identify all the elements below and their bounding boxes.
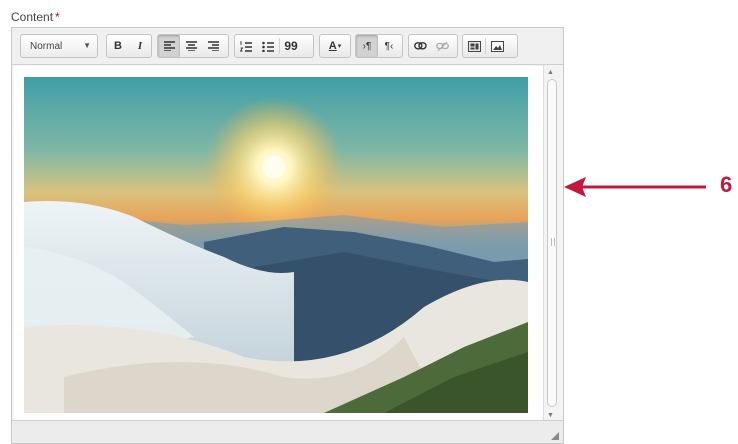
widget-icon xyxy=(467,40,481,52)
text-color-icon: A xyxy=(328,40,337,52)
insert-image-button[interactable] xyxy=(486,35,508,57)
bold-button[interactable]: B xyxy=(107,35,129,57)
alignment-group xyxy=(157,34,229,58)
bold-icon: B xyxy=(114,40,122,52)
numbered-list-button[interactable] xyxy=(235,35,257,57)
link-icon xyxy=(413,42,427,50)
format-dropdown-value: Normal xyxy=(30,40,63,52)
align-center-icon xyxy=(185,41,197,51)
unlink-button[interactable] xyxy=(431,35,453,57)
callout-arrow-icon xyxy=(564,177,706,197)
mountain-sunrise-image[interactable] xyxy=(24,77,528,413)
text-direction-rtl-button[interactable]: ¶‹ xyxy=(378,35,400,57)
content-label-text: Content xyxy=(11,10,54,24)
align-left-icon xyxy=(163,41,175,51)
align-right-button[interactable] xyxy=(202,35,224,57)
editor-scrollbar[interactable]: ▲ ▼ xyxy=(543,65,561,423)
insert-group xyxy=(462,34,518,58)
unlink-icon xyxy=(435,41,449,51)
resize-handle-icon[interactable] xyxy=(551,432,559,440)
bulleted-list-icon xyxy=(262,41,274,52)
editor-content-area[interactable] xyxy=(14,66,543,420)
grip-icon xyxy=(551,238,555,246)
text-color-group[interactable]: A ▾ xyxy=(319,34,351,58)
bulleted-list-button[interactable] xyxy=(257,35,279,57)
ltr-icon: ›¶ xyxy=(362,40,372,52)
direction-group: ›¶ ¶‹ xyxy=(355,34,403,58)
image-icon xyxy=(490,40,504,52)
callout-number: 6 xyxy=(720,172,733,197)
rtl-icon: ¶‹ xyxy=(384,40,394,52)
align-left-button[interactable] xyxy=(158,35,180,57)
italic-icon: I xyxy=(137,40,143,52)
blockquote-button[interactable]: 99 xyxy=(280,35,302,57)
rich-text-editor: Normal ▼ B I 99 A ▾ ›¶ ¶‹ ▲ ▼ xyxy=(11,27,564,444)
text-color-button[interactable]: A ▾ xyxy=(320,35,350,57)
text-direction-ltr-button[interactable]: ›¶ xyxy=(356,35,378,57)
editor-status-bar xyxy=(12,420,563,443)
scrollbar-thumb[interactable] xyxy=(547,79,557,407)
align-center-button[interactable] xyxy=(180,35,202,57)
align-right-icon xyxy=(207,41,219,51)
editor-toolbar: Normal ▼ B I 99 A ▾ ›¶ ¶‹ xyxy=(12,28,563,65)
list-group: 99 xyxy=(234,34,314,58)
content-label: Content * xyxy=(11,10,60,24)
text-style-group: B I xyxy=(106,34,152,58)
chevron-down-icon: ▾ xyxy=(337,43,342,50)
scroll-down-icon[interactable]: ▼ xyxy=(547,412,554,419)
scroll-up-icon[interactable]: ▲ xyxy=(547,69,554,76)
chevron-down-icon: ▼ xyxy=(83,41,91,50)
required-marker: * xyxy=(55,10,60,24)
insert-widget-button[interactable] xyxy=(463,35,485,57)
link-button[interactable] xyxy=(409,35,431,57)
blockquote-icon: 99 xyxy=(284,39,298,53)
format-dropdown[interactable]: Normal ▼ xyxy=(20,34,98,58)
numbered-list-icon xyxy=(240,40,252,52)
link-group xyxy=(408,34,458,58)
italic-button[interactable]: I xyxy=(129,35,151,57)
